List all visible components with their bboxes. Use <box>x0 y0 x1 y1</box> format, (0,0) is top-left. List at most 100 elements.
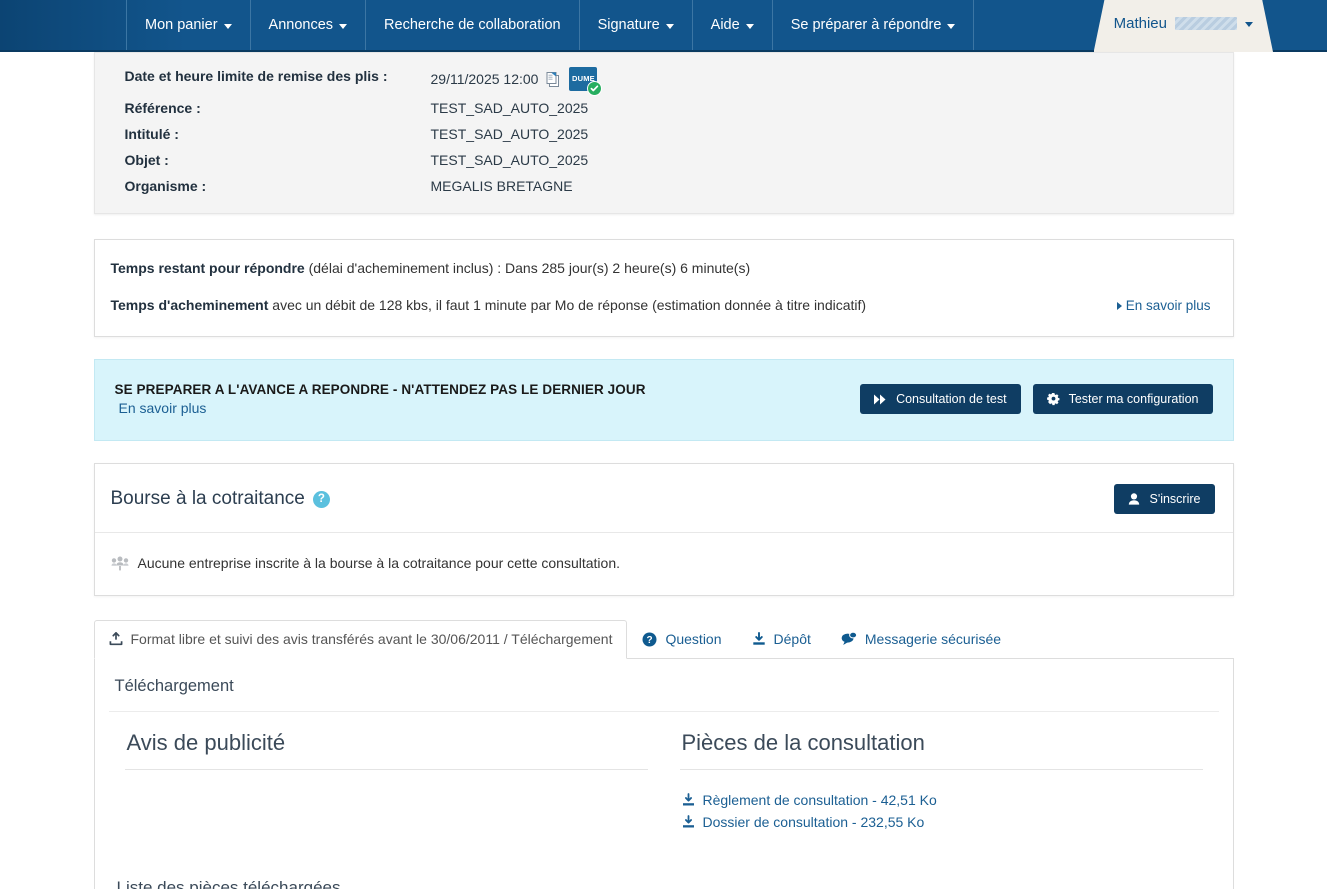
user-name-redacted: █████ <box>1175 16 1237 30</box>
info-value: TEST_SAD_AUTO_2025 <box>430 100 589 116</box>
learn-more-link[interactable]: En savoir plus <box>1116 296 1211 316</box>
sinscrire-button[interactable]: S'inscrire <box>1114 484 1215 514</box>
nav-item-se-preparer-a-repondre[interactable]: Se préparer à répondre <box>771 0 975 50</box>
triangle-right-icon <box>1116 302 1122 310</box>
downloaded-list-title: Liste des pièces téléchargées <box>111 854 1217 889</box>
table-row: Intitulé : TEST_SAD_AUTO_2025 <box>95 121 1233 147</box>
svg-text:?: ? <box>647 635 653 646</box>
gear-icon <box>1046 392 1060 406</box>
info-value: TEST_SAD_AUTO_2025 <box>430 126 589 142</box>
table-row: Objet : TEST_SAD_AUTO_2025 <box>95 147 1233 173</box>
question-circle-icon: ? <box>642 632 657 647</box>
cotraitance-title-wrap: Bourse à la cotraitance ? <box>111 488 330 510</box>
deadline-text: 29/11/2025 12:00 <box>430 71 539 87</box>
cotraitance-empty-state: Aucune entreprise inscrite à la bourse à… <box>95 533 1233 595</box>
content-container: Date et heure limite de remise des plis … <box>93 52 1234 889</box>
transfer-time-text: Temps d'acheminement avec un débit de 12… <box>111 295 867 315</box>
prepare-alert: SE PREPARER A L'AVANCE A REPONDRE - N'AT… <box>93 359 1234 441</box>
download-tray-icon <box>752 632 766 646</box>
cotraitance-header: Bourse à la cotraitance ? S'inscrire <box>94 464 1233 533</box>
tab-bar: Format libre et suivi des avis transféré… <box>93 620 1234 659</box>
alert-learn-more-link[interactable]: En savoir plus <box>119 400 207 416</box>
list-item[interactable]: Dossier de consultation - 232,55 Ko <box>682 812 1203 832</box>
nav-item-label: Annonces <box>268 17 334 33</box>
chevron-down-icon <box>947 23 956 29</box>
chat-bubbles-icon <box>841 632 857 646</box>
nav-item-mon-panier[interactable]: Mon panier <box>126 0 250 50</box>
cotraitance-empty-message: Aucune entreprise inscrite à la bourse à… <box>137 555 621 571</box>
column-heading: Avis de publicité <box>124 712 648 770</box>
remaining-time-value: (délai d'acheminement inclus) : Dans 285… <box>304 260 751 276</box>
chevron-down-icon <box>745 23 754 29</box>
alert-text-block: SE PREPARER A L'AVANCE A REPONDRE - N'AT… <box>115 382 646 416</box>
chevron-down-icon <box>339 23 348 29</box>
consultation-info-table: Date et heure limite de remise des plis … <box>95 63 1233 199</box>
timing-panel: Temps restant pour répondre (délai d'ach… <box>93 239 1234 337</box>
transfer-time-row: Temps d'acheminement avec un débit de 12… <box>111 295 1211 316</box>
alert-learn-more-wrap: En savoir plus <box>115 400 646 416</box>
fast-forward-icon <box>874 394 887 405</box>
download-icon <box>682 793 695 807</box>
tab-label: Question <box>665 631 722 647</box>
info-value: TEST_SAD_AUTO_2025 <box>430 152 589 168</box>
user-name: Mathieu <box>1113 14 1167 32</box>
transfer-time-label: Temps d'acheminement <box>110 297 269 313</box>
file-link[interactable]: Dossier de consultation - 232,55 Ko <box>703 812 925 832</box>
tester-ma-configuration-button[interactable]: Tester ma configuration <box>1032 384 1213 414</box>
dume-badge[interactable]: DUME <box>569 67 603 96</box>
file-link[interactable]: Règlement de consultation - 42,51 Ko <box>703 790 937 810</box>
remaining-time-row: Temps restant pour répondre (délai d'ach… <box>111 258 1211 278</box>
copy-icon[interactable] <box>545 71 562 88</box>
info-label: Intitulé : <box>124 126 179 142</box>
logo-zone <box>0 0 126 50</box>
tab-question[interactable]: ? Question <box>627 620 736 658</box>
check-circle-icon <box>587 81 603 96</box>
user-icon <box>1128 492 1140 506</box>
info-label: Date et heure limite de remise des plis … <box>124 68 388 84</box>
alert-title: SE PREPARER A L'AVANCE A REPONDRE - N'AT… <box>114 382 646 397</box>
top-navbar: Mon panier Annonces Recherche de collabo… <box>0 0 1327 52</box>
upload-tray-icon <box>109 632 123 646</box>
download-icon <box>682 815 695 829</box>
column-heading: Pièces de la consultation <box>679 712 1203 770</box>
button-label: Consultation de test <box>896 392 1007 406</box>
nav-item-label: Recherche de collaboration <box>384 17 561 33</box>
pieces-de-la-consultation-column: Pièces de la consultation Règlement de c… <box>664 712 1219 832</box>
table-row: Date et heure limite de remise des plis … <box>95 63 1233 96</box>
download-tab-pane: Téléchargement Avis de publicité Pièces … <box>93 659 1234 889</box>
nav-item-annonces[interactable]: Annonces <box>249 0 366 50</box>
file-list: Règlement de consultation - 42,51 Ko Dos… <box>680 770 1203 832</box>
download-columns: Avis de publicité Pièces de la consultat… <box>109 712 1219 832</box>
info-label: Objet : <box>124 152 169 168</box>
consultation-info-card: Date et heure limite de remise des plis … <box>93 52 1234 214</box>
info-value: MEGALIS BRETAGNE <box>430 178 573 194</box>
chevron-down-icon <box>665 23 674 29</box>
button-label: S'inscrire <box>1149 492 1201 506</box>
button-label: Tester ma configuration <box>1068 392 1199 406</box>
list-item[interactable]: Règlement de consultation - 42,51 Ko <box>682 790 1203 810</box>
chevron-down-icon <box>1245 21 1253 27</box>
user-menu[interactable]: Mathieu █████ <box>1093 0 1273 52</box>
learn-more-label: En savoir plus <box>1125 298 1211 313</box>
avis-de-publicite-column: Avis de publicité <box>109 712 664 832</box>
nav-item-aide[interactable]: Aide <box>691 0 772 50</box>
nav-item-label: Aide <box>710 17 740 33</box>
nav-item-recherche-de-collaboration[interactable]: Recherche de collaboration <box>365 0 579 50</box>
tab-format-libre[interactable]: Format libre et suivi des avis transféré… <box>93 620 628 659</box>
nav-item-label: Se préparer à répondre <box>790 17 942 33</box>
tab-depot[interactable]: Dépôt <box>737 620 826 658</box>
remaining-time-label: Temps restant pour répondre <box>110 260 305 276</box>
tab-messagerie-securisee[interactable]: Messagerie sécurisée <box>826 620 1016 658</box>
tab-label: Messagerie sécurisée <box>864 631 1002 647</box>
help-circle-icon[interactable]: ? <box>312 490 330 508</box>
deadline-value-row: 29/11/2025 12:00 DUME <box>430 67 1233 96</box>
table-row: Référence : TEST_SAD_AUTO_2025 <box>95 95 1233 121</box>
info-label: Référence : <box>124 100 201 116</box>
transfer-time-value: avec un débit de 128 kbs, il faut 1 minu… <box>268 297 867 313</box>
nav-items: Mon panier Annonces Recherche de collabo… <box>126 0 975 50</box>
nav-item-signature[interactable]: Signature <box>578 0 692 50</box>
consultation-de-test-button[interactable]: Consultation de test <box>860 384 1021 414</box>
page-body: Date et heure limite de remise des plis … <box>0 52 1327 889</box>
users-group-icon <box>111 556 129 571</box>
